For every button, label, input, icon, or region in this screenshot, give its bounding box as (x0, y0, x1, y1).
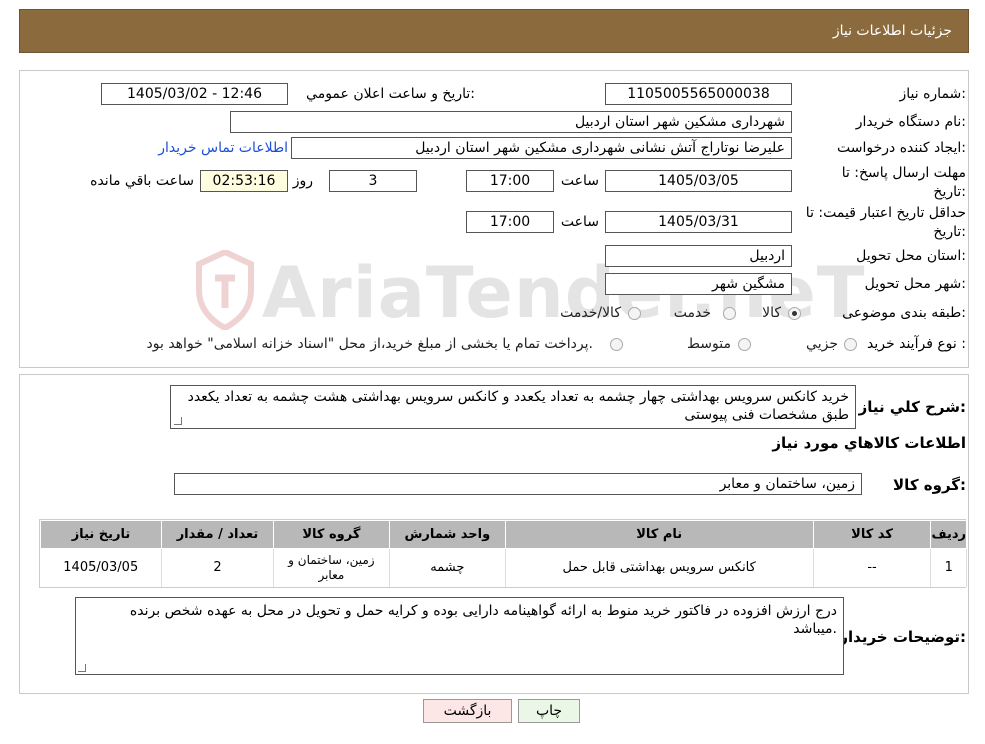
validity-time-label: ساعت (560, 214, 599, 230)
col-header-goods-code: کد کالا (812, 520, 932, 549)
cell-goods-group: زمین، ساختمان و معابر (273, 548, 390, 587)
goods-section-title: اطلاعات کالاهاي مورد نياز (772, 434, 966, 452)
watermark-logo-icon (195, 248, 255, 332)
buyer-notes-text: درج ارزش افزوده در فاکتور خرید منوط به ا… (129, 603, 837, 637)
cell-goods-name: کانکس سرویس بهداشتی قابل حمل (505, 548, 814, 587)
days-field: 3 (329, 170, 417, 192)
announce-field: 1405/03/02 - 12:46 (101, 83, 288, 105)
deadline-time-field: 17:00 (466, 170, 554, 192)
buyer-notes-field: درج ارزش افزوده در فاکتور خرید منوط به ا… (75, 597, 844, 675)
back-button[interactable]: بازگشت (423, 699, 512, 723)
need-number-field: 1105005565000038 (605, 83, 792, 105)
validity-label-2: تاريخ: (933, 224, 966, 240)
category-goods-label: کالا (762, 305, 781, 321)
creator-label: ايجاد کننده درخواست: (837, 140, 966, 156)
col-header-need-date: تاريخ نياز (40, 520, 162, 549)
col-header-quantity: تعداد / مقدار (161, 520, 274, 549)
city-label: شهر محل تحويل: (864, 276, 966, 292)
page-header: جزئیات اطلاعات نیاز (19, 9, 969, 53)
buyer-org-label: نام دستگاه خريدار: (855, 114, 966, 130)
category-goods-service-label: کالا/خدمت (560, 305, 621, 321)
notes-resize-handle-icon[interactable] (78, 664, 86, 672)
province-label: استان محل تحويل: (856, 248, 966, 264)
remaining-time-label: ساعت باقي مانده (90, 173, 194, 189)
table-row: 1 -- کانکس سرویس بهداشتی قابل حمل چشمه ز… (40, 548, 967, 587)
category-radio-service[interactable] (723, 307, 736, 320)
cell-quantity: 2 (161, 548, 274, 587)
items-table: رديف کد کالا نام کالا واحد شمارش گروه کا… (40, 520, 967, 587)
cell-need-date: 1405/03/05 (40, 548, 162, 587)
deadline-time-label: ساعت (560, 173, 599, 189)
process-radio-medium[interactable] (738, 338, 751, 351)
announce-label: تاریخ و ساعت اعلان عمومي: (306, 86, 475, 102)
province-field: اردبیل (605, 245, 792, 267)
cell-row-number: 1 (930, 548, 967, 587)
cell-goods-code: -- (813, 548, 932, 587)
description-label: شرح کلي نياز: (858, 398, 966, 416)
validity-label: حداقل تاريخ اعتبار قيمت: تا (805, 205, 966, 221)
col-header-goods-group: گروه کالا (272, 520, 390, 549)
process-minor-label: جزيي (806, 336, 838, 352)
deadline-label: مهلت ارسال پاسخ: تا (841, 165, 966, 181)
buyer-org-field: شهرداری مشکین شهر استان اردبیل (230, 111, 792, 133)
process-radio-minor[interactable] (844, 338, 857, 351)
goods-group-label: گروه کالا: (893, 476, 966, 494)
goods-group-field: زمین، ساختمان و معابر (174, 473, 862, 495)
cell-unit: چشمه (389, 548, 506, 587)
resize-handle-icon[interactable] (174, 417, 182, 425)
print-button[interactable]: چاپ (518, 699, 580, 723)
city-field: مشگین شهر (605, 273, 792, 295)
col-header-row-number: رديف (930, 520, 967, 549)
process-medium-label: متوسط (687, 336, 731, 352)
col-header-goods-name: نام کالا (504, 520, 814, 549)
process-note: پرداخت تمام يا بخشی از مبلغ خريد،از محل … (146, 336, 593, 352)
remaining-time-field: 02:53:16 (200, 170, 288, 192)
description-text: خرید کانکس سرویس بهداشتی چهار چشمه به تع… (187, 389, 849, 423)
process-checkbox-treasury[interactable] (610, 338, 623, 351)
category-service-label: خدمت (673, 305, 711, 321)
category-radio-goods[interactable] (788, 307, 801, 320)
process-label: نوع فرآيند خريد : (867, 336, 966, 352)
col-header-unit: واحد شمارش (388, 520, 506, 549)
category-radio-goods-service[interactable] (628, 307, 641, 320)
buyer-contact-link[interactable]: اطلاعات تماس خريدار (158, 140, 288, 156)
deadline-date-field: 1405/03/05 (605, 170, 792, 192)
page-title: جزئیات اطلاعات نیاز (832, 23, 952, 39)
items-table-container: رديف کد کالا نام کالا واحد شمارش گروه کا… (39, 519, 967, 588)
category-label: طبقه بندی موضوعی: (842, 305, 966, 321)
deadline-label-2: تاريخ: (933, 184, 966, 200)
validity-time-field: 17:00 (466, 211, 554, 233)
need-number-label: شماره نیاز: (899, 86, 966, 102)
validity-date-field: 1405/03/31 (605, 211, 792, 233)
creator-field: علیرضا نوتاراج آتش نشانی شهرداری مشکین ش… (291, 137, 792, 159)
buyer-notes-label: توضيحات خريدار: (839, 628, 966, 646)
description-field: خرید کانکس سرویس بهداشتی چهار چشمه به تع… (170, 385, 856, 429)
